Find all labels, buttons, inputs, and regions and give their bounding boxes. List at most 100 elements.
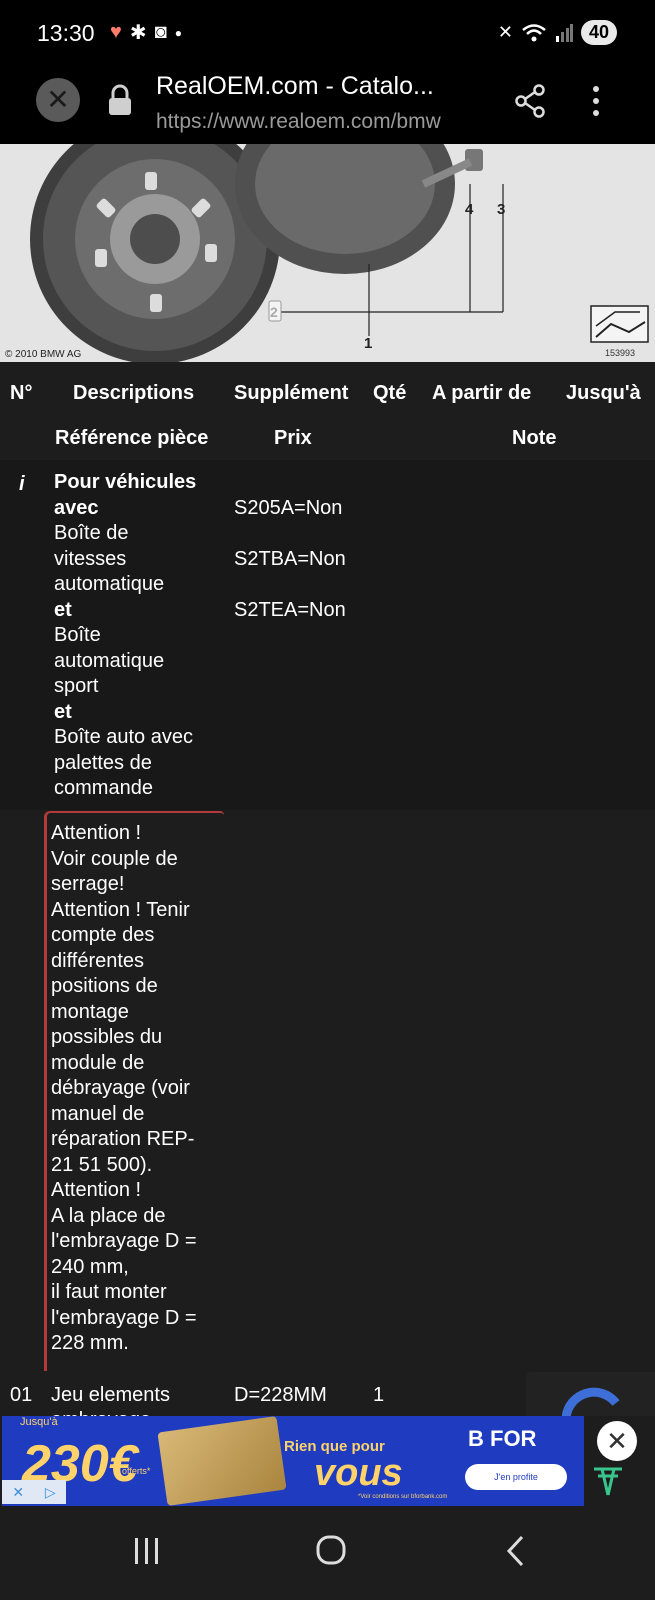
supplement-2: S2TBA=Non	[234, 548, 346, 570]
status-bar: 13:30 ♥ ✱ ◙ ● ✕ 40	[0, 0, 655, 68]
ad-close-x-icon[interactable]: ✕	[12, 1484, 24, 1501]
header-qty[interactable]: Qté	[373, 382, 406, 405]
ad-headline-2: vous	[314, 1452, 403, 1494]
note-line: montage	[51, 1000, 129, 1023]
callout-2[interactable]: 2	[270, 304, 278, 320]
ad-banner[interactable]: Jusqu'à 230€ offerts* Rien que pour vous…	[2, 1416, 584, 1506]
condition-line: et	[54, 700, 72, 723]
signal-icon	[555, 23, 573, 42]
callout-3[interactable]: 3	[497, 201, 505, 218]
header-descriptions[interactable]: Descriptions	[73, 382, 194, 405]
info-marker-icon: i	[19, 473, 25, 495]
page-url[interactable]: https://www.realoem.com/bmw	[156, 110, 491, 134]
supplement-3: S2TEA=Non	[234, 599, 346, 621]
note-line: 21 51 500).	[51, 1153, 153, 1176]
header-part-reference[interactable]: Référence pièce	[55, 427, 208, 450]
status-icons-left: ♥ ✱ ◙ ●	[110, 20, 182, 45]
ad-legal: *Voir conditions sur bforbank.com	[358, 1494, 448, 1500]
browser-toolbar: ✕ RealOEM.com - Catalo... https://www.re…	[0, 68, 655, 144]
note-line: différentes	[51, 949, 145, 972]
header-until[interactable]: Jusqu'à	[566, 382, 641, 405]
status-icons-right: ✕ 40	[498, 20, 617, 45]
condition-line: sport	[54, 675, 99, 697]
condition-line: vitesses	[54, 547, 127, 570]
ad-price-sub: offerts*	[122, 1466, 151, 1476]
flower-icon: ✱	[129, 22, 147, 44]
vehicle-conditions: Pour véhicules avec Boîte de vitesses automa…	[54, 470, 224, 802]
note-line: possibles du	[51, 1026, 163, 1048]
note-line: débrayage (voir	[51, 1077, 190, 1099]
mute-icon: ✕	[497, 22, 513, 42]
condition-line: Boîte	[54, 624, 101, 646]
header-from[interactable]: A partir de	[432, 382, 531, 405]
condition-line: palettes de	[54, 751, 152, 774]
more-vert-icon[interactable]	[586, 84, 606, 118]
recent-apps-icon[interactable]	[132, 1536, 162, 1566]
battery-level: 40	[588, 22, 609, 42]
note-line: réparation REP-	[51, 1128, 195, 1150]
ad-choices-icon[interactable]: ▷	[45, 1484, 56, 1501]
note-line: Attention !	[51, 1179, 142, 1201]
note-line: Attention ! Tenir	[51, 898, 190, 921]
supplement-1: S205A=Non	[234, 497, 343, 519]
note-line: positions de	[51, 975, 158, 997]
battery-icon: 40	[580, 20, 617, 45]
ad-network-logo-icon[interactable]	[592, 1465, 624, 1499]
diagram-copyright: © 2010 BMW AG	[5, 349, 82, 360]
note-line: manuel de	[51, 1102, 145, 1125]
note-line: l'embrayage D =	[51, 1230, 197, 1252]
ad-choices[interactable]: ✕ ▷	[2, 1480, 66, 1504]
ad-brand: B FOR	[468, 1426, 537, 1451]
note-line: serrage!	[51, 873, 125, 895]
ad-top-label: Jusqu'à	[20, 1416, 58, 1428]
note-line: compte des	[51, 924, 155, 946]
condition-line: commande	[54, 777, 153, 799]
recaptcha-badge[interactable]	[526, 1372, 655, 1419]
part-qty: 1	[373, 1384, 385, 1406]
dot-icon: ●	[174, 25, 182, 40]
condition-line: et	[54, 598, 72, 621]
part-number: 01	[10, 1384, 33, 1406]
callout-4[interactable]: 4	[465, 201, 474, 218]
dog-icon: ◙	[154, 21, 167, 43]
note-line: il faut monter	[51, 1281, 167, 1303]
wifi-6e-icon	[522, 23, 546, 41]
status-time: 13:30	[37, 20, 95, 46]
header-note[interactable]: Note	[512, 427, 556, 450]
share-icon[interactable]	[514, 84, 546, 118]
condition-line: automatique	[54, 649, 165, 672]
note-line: Voir couple de	[51, 847, 178, 870]
close-icon[interactable]: ✕	[36, 78, 80, 122]
page-title[interactable]: RealOEM.com - Catalo...	[156, 72, 434, 101]
part-description-cont[interactable]: embrayage	[51, 1408, 151, 1416]
note-line: 228 mm.	[51, 1332, 129, 1354]
condition-line: Boîte auto avec	[54, 726, 193, 748]
diagram-number: 153993	[605, 348, 635, 358]
home-icon[interactable]	[315, 1534, 347, 1566]
vehicle-condition-row: i Pour véhicules avec Boîte de vitesses auto…	[0, 460, 655, 810]
ad-close-icon[interactable]: ✕	[597, 1421, 637, 1461]
note-line: Attention !	[51, 822, 142, 844]
ad-cta-button[interactable]: J'en profite	[465, 1464, 567, 1490]
condition-line: automatique	[54, 573, 165, 595]
lock-icon[interactable]	[107, 84, 133, 116]
part-supplement: D=228MM	[234, 1384, 327, 1406]
note-line: A la place de	[51, 1204, 166, 1227]
ad-card-image	[157, 1416, 287, 1506]
header-supplement[interactable]: Supplément	[234, 382, 348, 405]
back-icon[interactable]	[505, 1534, 525, 1568]
parts-table-header: N° Descriptions Supplément Qté A partir …	[0, 362, 655, 460]
header-number[interactable]: N°	[10, 382, 32, 405]
callout-1[interactable]: 1	[364, 335, 372, 352]
note-line: l'embrayage D =	[51, 1306, 197, 1329]
header-price[interactable]: Prix	[274, 427, 312, 450]
condition-line: Pour véhicules	[54, 471, 197, 493]
part-description[interactable]: Jeu elements	[51, 1383, 170, 1409]
system-nav-bar	[0, 1506, 655, 1600]
attention-note-text: Attention ! Voir couple de serrage! Attenti…	[51, 821, 226, 1357]
parts-diagram[interactable]: 4 3 2 1 © 2010 BMW AG 153993	[0, 144, 655, 362]
condition-line: Boîte de	[54, 522, 129, 544]
clutch-illustration: 4 3 2 1 © 2010 BMW AG 153993	[5, 144, 649, 362]
condition-line: avec	[54, 496, 99, 519]
note-line: module de	[51, 1051, 145, 1074]
